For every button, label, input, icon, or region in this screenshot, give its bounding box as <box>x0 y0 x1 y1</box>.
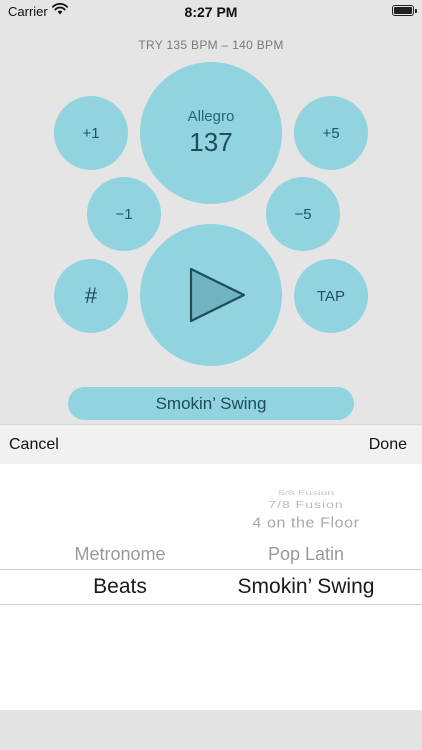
picker-toolbar: Cancel Done <box>0 424 422 464</box>
signature-button[interactable]: # <box>54 259 128 333</box>
tempo-hint: TRY 135 BPM – 140 BPM <box>138 38 284 52</box>
tap-tempo-button[interactable]: TAP <box>294 259 368 333</box>
picker-option[interactable]: 4 on the Floor <box>216 516 396 532</box>
selection-bottom-line <box>0 604 422 605</box>
tap-label: TAP <box>316 287 346 305</box>
selection-top-line <box>0 569 422 570</box>
picker-selected-beat[interactable]: Smokin’ Swing <box>216 575 396 599</box>
plus-one-label: +1 <box>82 124 100 142</box>
picker-option[interactable]: Pop Latin <box>216 544 396 565</box>
minus-one-label: −1 <box>115 205 133 223</box>
picker-option[interactable]: Metronome <box>30 544 210 565</box>
cancel-button[interactable]: Cancel <box>9 436 59 454</box>
tempo-display[interactable]: Allegro 137 <box>140 62 282 204</box>
battery-icon <box>392 5 417 16</box>
clock: 8:27 PM <box>184 4 238 20</box>
plus-one-button[interactable]: +1 <box>54 96 128 170</box>
hash-label: # <box>84 283 98 308</box>
done-button[interactable]: Done <box>369 436 407 454</box>
bottom-bar <box>0 710 422 750</box>
tempo-name: Allegro <box>187 108 235 125</box>
beat-selector-button[interactable]: Smokin’ Swing <box>68 387 354 420</box>
plus-five-label: +5 <box>322 124 340 142</box>
plus-five-button[interactable]: +5 <box>294 96 368 170</box>
play-icon <box>189 267 246 323</box>
picker-option[interactable]: 5/8 Fusion <box>216 489 396 497</box>
picker-option[interactable]: 7/8 Fusion <box>216 498 396 510</box>
picker-selected-category[interactable]: Beats <box>30 575 210 599</box>
tempo-bpm: 137 <box>189 127 233 157</box>
minus-five-label: −5 <box>294 205 312 223</box>
play-button[interactable] <box>140 224 282 366</box>
status-bar: Carrier 8:27 PM <box>0 0 422 24</box>
beat-picker[interactable]: 5/8 Fusion 7/8 Fusion 4 on the Floor Met… <box>0 464 422 710</box>
